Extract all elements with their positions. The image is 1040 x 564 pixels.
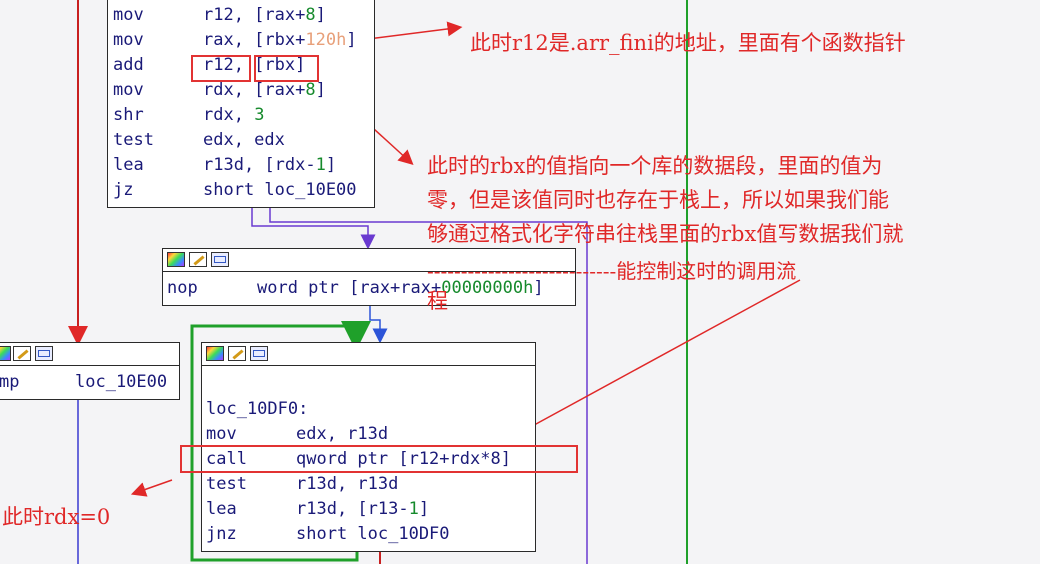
highlight-r12 [191,55,251,82]
asm-line: mov r12, [rax+8] [113,5,326,25]
annotation-rbx-2: 零，但是该值同时也存在于栈上，所以如果我们能 [427,188,889,212]
annotation-rbx-5: 程 [427,289,448,313]
asm-line: test r13d, r13d [206,474,399,494]
annotation-rbx-3: 够通过格式化字符串往栈里面的rbx值写数据我们就 [427,222,904,246]
code-block-top[interactable]: mov r12, [rax+8] mov rax, [rbx+120h] add r1… [107,0,375,208]
loop-label: loc_10DF0: [206,399,309,419]
asm-line: jz short loc_10E00 [113,180,357,200]
annotation-rdx: 此时rdx=0 [2,505,111,529]
asm-line: lea r13d, [r13-1] [206,499,430,519]
annotation-rbx-1: 此时的rbx的值指向一个库的数据段，里面的值为 [427,154,883,178]
palette-icon[interactable] [206,346,224,361]
edit-icon[interactable] [13,346,31,361]
graph-icon[interactable] [211,252,229,267]
highlight-rbx [254,55,319,82]
edit-icon[interactable] [228,346,246,361]
annotation-rbx-4: ----------------------------能控制这时的调用流 [427,259,797,283]
palette-icon[interactable] [167,252,185,267]
graph-canvas[interactable]: mov r12, [rax+8] mov rax, [rbx+120h] add r1… [0,0,1040,564]
asm-line: mov edx, r13d [206,424,389,444]
asm-line: mov rax, [rbx+120h] [113,30,357,50]
block-header [202,343,535,366]
annotation-r12: 此时r12是.arr_fini的地址，里面有个函数指针 [470,31,906,55]
asm-line: mp loc_10E00 [0,372,168,392]
edge-nop-to-loop [369,306,388,344]
asm-line: shr rdx, 3 [113,105,265,125]
block-header [0,343,179,366]
edit-icon[interactable] [189,252,207,267]
anno-arrow-rdx [130,479,173,497]
palette-icon[interactable] [0,346,11,361]
asm-line: jnz short loc_10DF0 [206,524,450,544]
asm-line: test edx, edx [113,130,285,150]
code-block-left[interactable]: mp loc_10E00 [0,342,180,400]
asm-line: lea r13d, [rdx-1] [113,155,337,175]
graph-icon[interactable] [250,346,268,361]
graph-icon[interactable] [35,346,53,361]
highlight-call [180,445,578,473]
